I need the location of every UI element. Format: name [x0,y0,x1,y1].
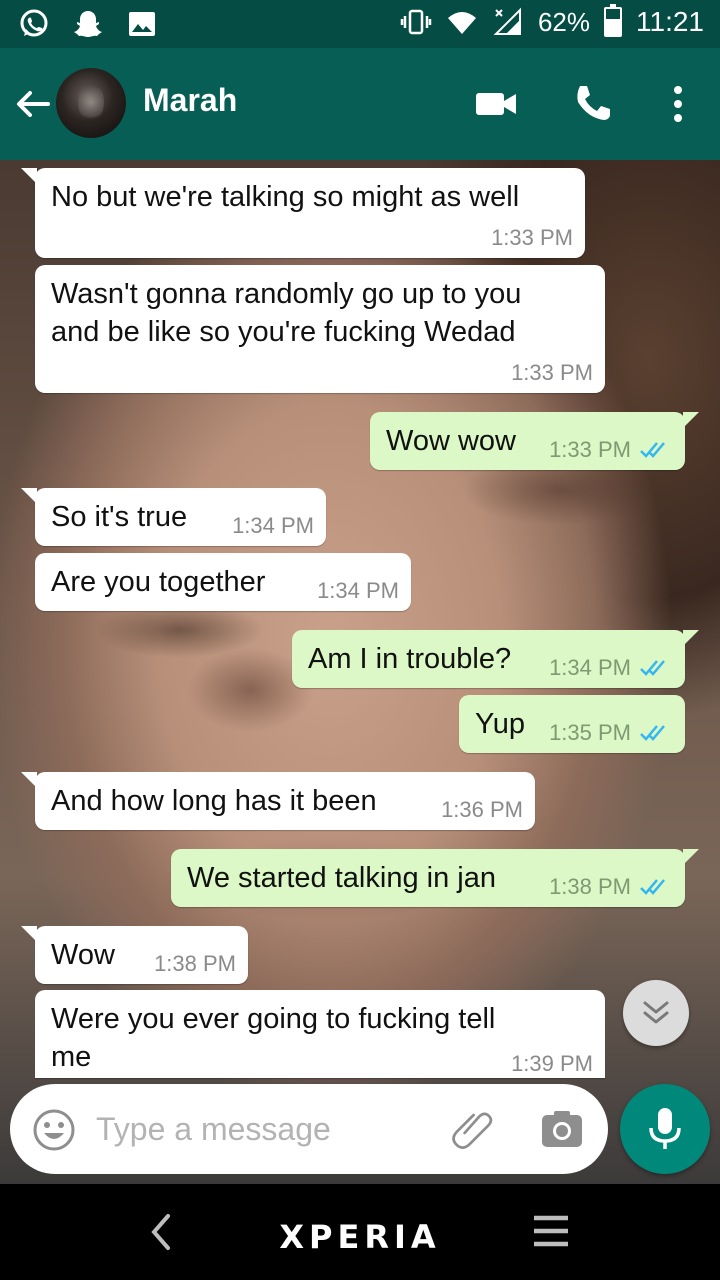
message-bubble-outgoing[interactable]: Wow wow 1:33 PM [370,412,699,470]
wifi-icon [447,12,476,34]
message-time: 1:34 PM [232,513,314,538]
message-composer [10,1084,608,1174]
system-nav-bar: XPERIA [0,1184,720,1280]
mic-icon [649,1108,681,1149]
message-bubble-incoming[interactable]: And how long has it been 1:36 PM [21,772,535,830]
message-time: 1:35 PM [549,720,631,745]
message-bubble-incoming[interactable]: Wasn't gonna randomly go up to you and b… [35,265,605,393]
chevron-double-down-icon [643,1001,669,1024]
nav-menu-icon[interactable] [532,1214,570,1248]
message-text: So it's true [51,501,188,533]
scroll-to-bottom-button[interactable] [623,980,689,1046]
more-vert-icon[interactable] [656,82,700,126]
chat-area[interactable]: No but we're talking so might as well 1:… [0,160,720,1184]
message-text: Are you together [51,566,266,598]
contact-name[interactable]: Marah [143,82,237,119]
message-bubble-incoming[interactable]: Were you ever going to fucking tell me 1… [35,990,605,1078]
message-time: 1:34 PM [317,578,399,603]
back-arrow-icon[interactable] [12,84,52,124]
message-time: 1:38 PM [549,874,631,899]
message-time: 1:38 PM [154,951,236,976]
message-text: And how long has it been [51,785,377,817]
gallery-icon [129,12,155,36]
snapchat-icon [74,11,102,37]
read-ticks-icon [640,725,665,741]
message-bubble-outgoing[interactable]: Yup 1:35 PM [459,695,685,753]
phone-icon[interactable] [570,82,614,126]
message-text: Wow [51,939,115,971]
read-ticks-icon [640,660,665,676]
message-text: We started talking in jan [187,862,496,894]
whatsapp-icon [20,9,48,37]
message-time: 1:39 PM [511,1051,593,1076]
message-time: 1:33 PM [511,360,593,385]
emoji-icon[interactable] [32,1108,76,1152]
message-bubble-incoming[interactable]: Wow 1:38 PM [21,926,248,984]
message-text: Were you ever going to fucking tell me [51,1003,496,1073]
message-text: Wasn't gonna randomly go up to you and b… [51,278,522,348]
message-bubble-incoming[interactable]: So it's true 1:34 PM [21,488,326,546]
message-time: 1:34 PM [549,655,631,680]
message-time: 1:36 PM [441,797,523,822]
message-text: Wow wow [386,425,516,457]
camera-icon[interactable] [540,1110,584,1150]
video-call-icon[interactable] [474,82,518,126]
read-ticks-icon [640,442,665,458]
chat-header: Marah [0,48,720,160]
clock: 11:21 [636,6,704,37]
message-text: Am I in trouble? [308,643,512,675]
message-text: Yup [475,708,525,740]
battery-percent: 62% [537,6,590,37]
message-text: No but we're talking so might as well [51,181,520,213]
message-bubble-incoming[interactable]: Are you together 1:34 PM [35,553,411,611]
voice-record-button[interactable] [620,1084,710,1174]
message-bubble-outgoing[interactable]: Am I in trouble? 1:34 PM [292,630,699,688]
message-time: 1:33 PM [549,437,631,462]
message-time: 1:33 PM [491,225,573,250]
attach-icon[interactable] [450,1108,496,1154]
read-ticks-icon [640,879,665,895]
message-bubble-outgoing[interactable]: We started talking in jan 1:38 PM [171,849,699,907]
message-bubble-incoming[interactable]: No but we're talking so might as well 1:… [21,168,585,258]
brand-logo[interactable]: XPERIA [0,1218,720,1256]
avatar[interactable] [56,68,126,138]
signal-icon [493,7,521,35]
vibrate-icon [400,9,432,35]
battery-icon [604,4,622,37]
status-bar: 62% 11:21 [0,0,720,48]
message-input[interactable] [96,1106,426,1152]
